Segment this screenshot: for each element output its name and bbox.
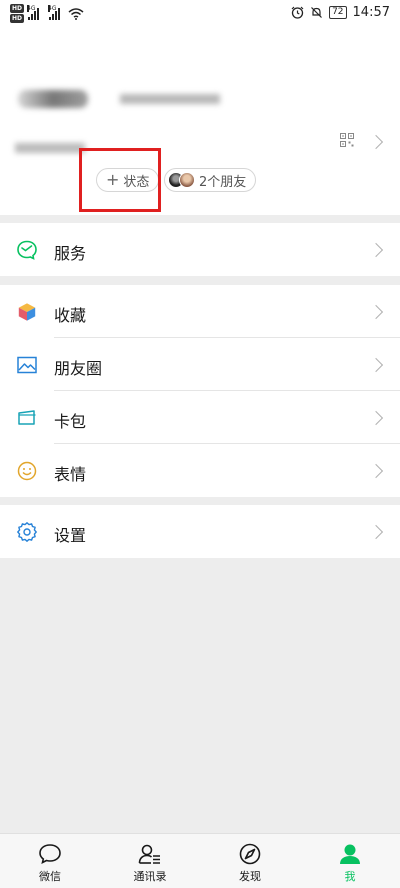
profile-header[interactable]: + 状态 2个朋友 [0,28,400,215]
tab-chats[interactable]: 微信 [0,834,100,888]
chevron-right-icon [368,304,384,320]
tab-contacts[interactable]: 通讯录 [100,834,200,888]
menu-item-favorites[interactable]: 收藏 [0,285,400,338]
chevron-right-icon [368,410,384,426]
menu-item-settings[interactable]: 设置 [0,505,400,558]
menu-label: 设置 [54,526,87,545]
tab-label: 我 [344,870,356,883]
menu-item-moments[interactable]: 朋友圈 [0,338,400,391]
menu-label: 收藏 [54,306,87,325]
mute-bell-icon [311,7,323,18]
status-bar: HD HD 4G 4G 72 14:57 [0,0,400,28]
menu-label: 朋友圈 [54,359,103,378]
compass-icon [239,843,261,865]
nickname-blurred [120,94,220,104]
menu-label: 服务 [54,244,87,263]
tab-label: 发现 [239,870,261,883]
highlight-box [79,148,161,212]
contacts-icon [138,844,160,864]
chevron-right-icon [368,463,384,479]
menu-item-stickers[interactable]: 表情 [0,444,400,497]
signal-icon: 4G [48,4,61,20]
avatar [179,172,195,188]
card-wallet-icon [18,410,36,425]
chevron-right-icon [368,242,384,258]
favorites-cube-icon [18,302,36,322]
friend-avatars [168,172,195,188]
alarm-icon [291,6,304,19]
menu-item-cards[interactable]: 卡包 [0,391,400,444]
chevron-right-icon [368,134,384,150]
tab-label: 微信 [39,870,61,883]
chat-bubble-icon [39,844,61,864]
chevron-right-icon [368,357,384,373]
tab-discover[interactable]: 发现 [200,834,300,888]
features-group: 收藏 朋友圈 卡包 表情 [0,285,400,497]
friends-status-button[interactable]: 2个朋友 [164,168,257,192]
menu-label: 卡包 [54,412,87,431]
bottom-tab-bar: 微信 通讯录 发现 我 [0,833,400,888]
hd-badge: HD [10,4,25,13]
status-bar-right: 72 14:57 [291,5,390,20]
chevron-right-icon [368,524,384,540]
qr-code-icon[interactable] [340,133,354,147]
settings-group: 设置 [0,505,400,558]
friends-button-label: 2个朋友 [199,174,247,190]
hd-badge: HD [10,14,25,23]
services-icon [17,240,37,260]
battery-indicator: 72 [329,6,347,19]
person-icon [340,844,360,864]
moments-image-icon [17,356,37,374]
tab-label: 通讯录 [133,870,167,883]
wifi-icon [68,7,84,20]
status-bar-left: HD HD 4G 4G [10,4,84,23]
gear-icon [17,522,37,542]
menu-label: 表情 [54,465,87,484]
wechat-id-blurred [15,143,85,153]
services-group: 服务 [0,223,400,276]
tab-me[interactable]: 我 [300,834,400,888]
avatar [18,90,88,108]
clock: 14:57 [352,5,390,20]
menu-item-services[interactable]: 服务 [0,223,400,276]
smiley-face-icon [17,461,37,481]
signal-icon: 4G [27,4,40,20]
